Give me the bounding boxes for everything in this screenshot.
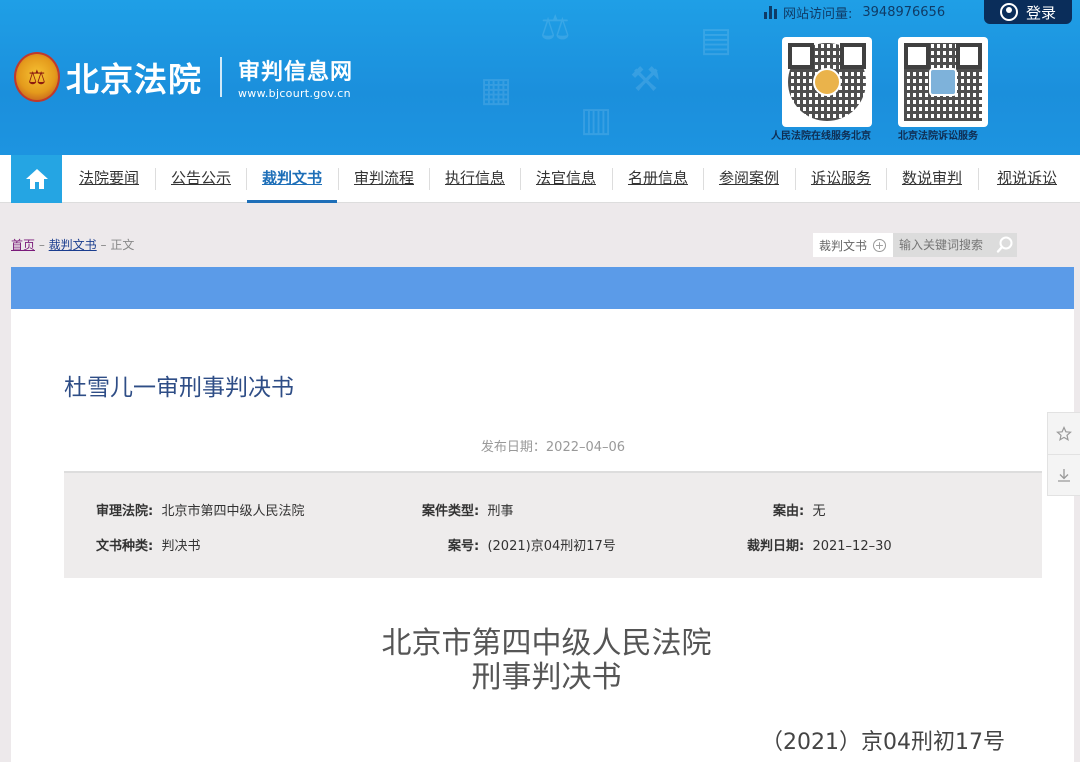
meta-court-label: 审理法院:	[96, 504, 154, 519]
meta-cause: 案由: 无	[773, 500, 825, 519]
breadcrumb-current: 正文	[110, 238, 135, 252]
logo-name: 北京法院	[66, 60, 202, 99]
nav-item-notices[interactable]: 公告公示	[156, 155, 246, 203]
star-icon	[1056, 425, 1072, 441]
gavel-deco-icon: ⚒	[630, 60, 661, 100]
meta-cause-value: 无	[812, 504, 826, 519]
plus-circle-icon: +	[873, 238, 887, 252]
visit-counter: 网站访问量: 3948976656	[764, 3, 945, 22]
visit-count: 3948976656	[862, 5, 946, 20]
site-logo[interactable]: ⚖ 北京法院 审判信息网 www.bjcourt.gov.cn	[14, 52, 353, 102]
nav-item-video-litigation[interactable]: 视说诉讼	[982, 155, 1072, 203]
download-icon	[1058, 469, 1070, 482]
meta-judgment-date-label: 裁判日期:	[747, 539, 805, 554]
main-nav: 法院要闻 公告公示 裁判文书 审判流程 执行信息 法官信息 名册信息 参阅案例 …	[0, 155, 1080, 203]
nav-item-data-trials[interactable]: 数说审判	[887, 155, 977, 203]
breadcrumb-home-link[interactable]: 首页	[11, 238, 35, 252]
logo-url: www.bjcourt.gov.cn	[238, 87, 351, 100]
favorite-button[interactable]	[1048, 413, 1080, 454]
nav-item-enforcement[interactable]: 执行信息	[430, 155, 520, 203]
breadcrumb-section-link[interactable]: 裁判文书	[49, 238, 97, 252]
breadcrumb: 首页 – 裁判文书 – 正文	[11, 236, 134, 253]
nav-item-rosters[interactable]: 名册信息	[613, 155, 703, 203]
qr-caption-2: 北京法院诉讼服务	[898, 131, 978, 142]
case-meta-box: 审理法院: 北京市第四中级人民法院 案件类型: 刑事 案由: 无 文书种类: 判…	[64, 471, 1042, 578]
book-deco-icon: ▤	[700, 20, 733, 60]
side-toolbar	[1047, 412, 1080, 496]
nav-item-trial-process[interactable]: 审判流程	[339, 155, 429, 203]
meta-case-type-value: 刑事	[487, 504, 514, 519]
meta-cause-label: 案由:	[773, 504, 805, 519]
logo-subtitle-block: 审判信息网 www.bjcourt.gov.cn	[238, 54, 353, 100]
meta-judgment-date-value: 2021–12–30	[812, 539, 892, 554]
qr-caption-1: 人民法院在线服务北京	[771, 131, 871, 142]
doc-deco-icon: ▦	[480, 70, 513, 110]
login-button[interactable]: 登录	[984, 0, 1072, 24]
search-icon[interactable]	[996, 236, 1014, 254]
stats-icon	[764, 6, 777, 19]
document-title: 杜雪儿一审刑事判决书	[64, 375, 294, 401]
logo-divider	[220, 57, 222, 97]
visit-label: 网站访问量:	[783, 7, 853, 22]
header-banner: ⚖ ⚒ ▤ ▥ ▦ 网站访问量: 3948976656 登录 ⚖ 北京法院 审判…	[0, 0, 1080, 155]
meta-case-no: 案号: (2021)京04刑初17号	[448, 535, 616, 554]
home-icon	[25, 169, 48, 189]
meta-doc-type-label: 文书种类:	[96, 539, 154, 554]
pillar-deco-icon: ▥	[580, 100, 613, 140]
meta-doc-type: 文书种类: 判决书	[96, 535, 200, 554]
breadcrumb-separator: –	[100, 238, 107, 252]
meta-case-no-label: 案号:	[448, 539, 480, 554]
nav-item-judges[interactable]: 法官信息	[521, 155, 611, 203]
meta-case-no-value: (2021)京04刑初17号	[487, 539, 616, 554]
meta-judgment-date: 裁判日期: 2021–12–30	[747, 535, 892, 554]
home-button[interactable]	[11, 155, 62, 203]
nav-item-judgments[interactable]: 裁判文书	[247, 155, 337, 203]
nav-item-news[interactable]: 法院要闻	[64, 155, 154, 203]
breadcrumb-separator: –	[38, 238, 45, 252]
section-header-strip	[11, 267, 1074, 309]
publish-date: 发布日期：2022–04–06	[480, 440, 626, 455]
meta-case-type: 案件类型: 刑事	[422, 500, 513, 519]
meta-doc-type-value: 判决书	[161, 539, 201, 554]
search-category-label: 裁判文书	[819, 238, 868, 253]
document-kind-heading: 刑事判决书	[471, 660, 622, 695]
miniprogram-qr-icon[interactable]	[782, 37, 872, 127]
user-icon	[999, 3, 1018, 21]
logo-subtitle: 审判信息网	[238, 60, 354, 85]
download-button[interactable]	[1048, 454, 1080, 495]
nav-divider	[978, 168, 979, 190]
meta-court-value: 北京市第四中级人民法院	[161, 504, 305, 519]
meta-court: 审理法院: 北京市第四中级人民法院	[96, 500, 304, 519]
login-label: 登录	[1025, 3, 1056, 22]
nav-item-litigation-services[interactable]: 诉讼服务	[796, 155, 886, 203]
court-emblem-icon: ⚖	[14, 52, 60, 102]
nav-item-reference-cases[interactable]: 参阅案例	[704, 155, 794, 203]
search-category-select[interactable]: 裁判文书 +	[813, 233, 893, 257]
meta-case-type-label: 案件类型:	[422, 504, 480, 519]
case-number: （2021）京04刑初17号	[761, 730, 1005, 755]
top-bar: 网站访问量: 3948976656 登录	[0, 0, 1080, 24]
qr-code-icon[interactable]	[898, 37, 988, 127]
